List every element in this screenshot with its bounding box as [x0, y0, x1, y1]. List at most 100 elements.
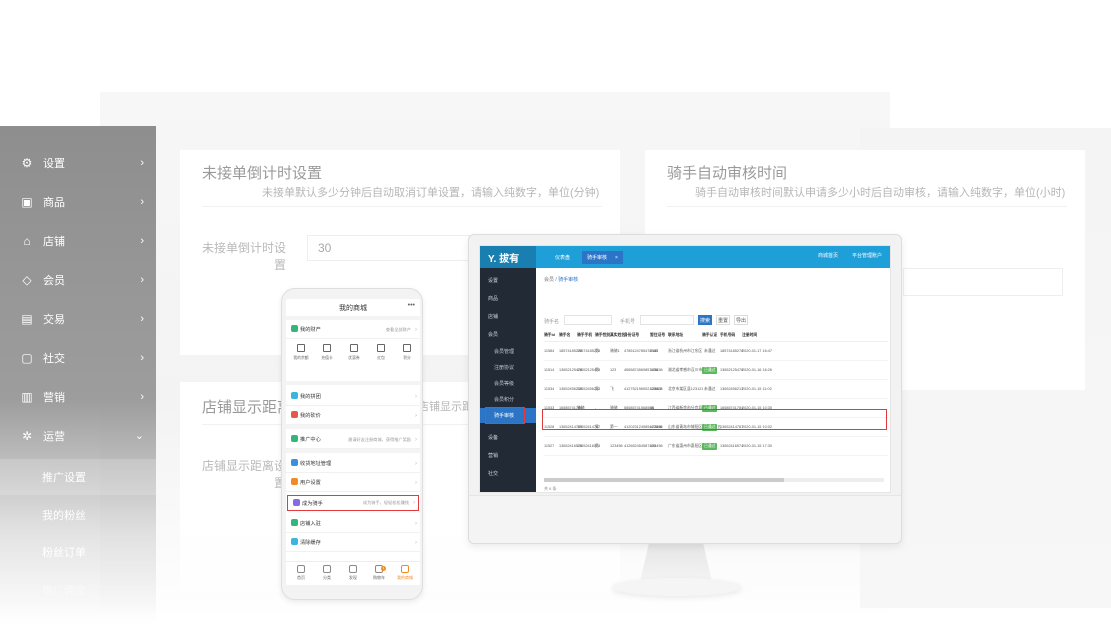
separator — [286, 449, 420, 453]
app-side-member-manage[interactable]: 会员管理 — [480, 344, 536, 359]
shortcut-recharge-card[interactable]: 充值卡 — [316, 344, 338, 361]
column-header: 注册时间 — [742, 333, 758, 337]
sidebar-item-members[interactable]: ◇ 会员 › — [0, 260, 156, 299]
shortcut-points[interactable]: 积分 — [396, 344, 418, 361]
table-cell: 123 — [610, 368, 617, 372]
close-icon[interactable]: × — [615, 255, 618, 261]
app-side-store[interactable]: 店铺 — [480, 307, 536, 325]
chevron-right-icon: › — [415, 412, 417, 419]
status-badge[interactable]: 已通过 — [702, 442, 718, 450]
sidebar-item-trade[interactable]: ▤ 交易 › — [0, 299, 156, 338]
sidebar-item-label: 会员 — [43, 274, 65, 287]
user-settings-icon — [291, 478, 298, 485]
app-side-devices[interactable]: 设备 — [480, 428, 536, 446]
sidebar-sub-commission[interactable]: 推广佣金 — [0, 572, 156, 608]
table-cell: 2143 — [650, 349, 659, 353]
countdown-input[interactable]: 30 — [307, 235, 487, 261]
rider-input[interactable] — [903, 268, 1063, 296]
app-side-member-points[interactable]: 会员积分 — [480, 392, 536, 407]
sidebar-item-operations[interactable]: ✲ 运营 ⌄ — [0, 416, 156, 455]
phone-row-become-rider[interactable]: 成为骑手 成为骑手，轻轻松松赚钱 › — [287, 495, 419, 511]
app-side-register-agreement[interactable]: 注册协议 — [480, 360, 536, 375]
app-side-settings[interactable]: 设置 — [480, 271, 536, 289]
phone-input[interactable] — [640, 315, 694, 325]
export-button[interactable]: 导出 — [734, 315, 748, 325]
tab-my-mall[interactable]: 我的商城 — [392, 565, 418, 581]
shortcut-label: 我的余额 — [293, 356, 309, 360]
sidebar-item-label: 运营 — [43, 430, 65, 443]
phone-row-assets[interactable]: 我的财产 查看全部财产 › — [286, 320, 420, 339]
tab-dashboard[interactable]: 仪表盘 — [550, 251, 575, 264]
sidebar-item-store[interactable]: ⌂ 店铺 › — [0, 221, 156, 260]
sidebar-sub-my-fans[interactable]: 我的粉丝 — [0, 497, 156, 533]
sidebar-item-settings[interactable]: ⚙ 设置 › — [0, 143, 156, 182]
search-button[interactable]: 搜索 — [698, 315, 712, 325]
table-cell: 13652416574 — [720, 444, 744, 448]
table-row[interactable]: 11514 13652125478 13652125478 男 123 456587456… — [544, 361, 888, 380]
sidebar-item-goods[interactable]: ▣ 商品 › — [0, 182, 156, 221]
phone-row-user-settings[interactable]: 用户设置 › — [286, 473, 420, 492]
header-link-mall-home[interactable]: 商城首页 — [818, 252, 838, 259]
chevron-down-icon: ⌄ — [134, 430, 144, 442]
sidebar-sub-promo-settings[interactable]: 推广设置 — [0, 459, 156, 495]
chevron-right-icon: › — [415, 393, 417, 400]
sidebar-item-marketing[interactable]: ▥ 营销 › — [0, 377, 156, 416]
link-label: 商城首页 — [818, 253, 839, 259]
scrollbar-thumb[interactable] — [544, 478, 784, 482]
phone-row-clear-cache[interactable]: 清除缓存 › — [286, 533, 420, 552]
monitor-stand — [640, 544, 712, 582]
column-header: 手机号码 — [720, 333, 736, 337]
header-link-admin-account[interactable]: 平台管理账户 — [852, 252, 882, 259]
phone-row-store-join[interactable]: 店铺入驻 › — [286, 514, 420, 533]
table-cell: 男 — [595, 443, 599, 448]
table-row[interactable]: 11584 18574185278 18574185278 男骑骑1 478512478… — [544, 342, 888, 361]
status-badge[interactable]: 未通过 — [702, 386, 717, 393]
separator — [286, 425, 420, 429]
sidebar-sub-fan-orders[interactable]: 粉丝订单 — [0, 534, 156, 570]
table-row[interactable]: 11534 13652456213 13652456213 男飞 41275219650… — [544, 380, 888, 399]
app-side-social[interactable]: 社交 — [480, 464, 536, 482]
app-side-members[interactable]: 会员 — [480, 325, 536, 343]
tab-cart[interactable]: 购物车 1 — [366, 565, 392, 581]
phone-row-promo-center[interactable]: 推广中心 邀请好友注册商城，获得推广奖励 › — [286, 430, 420, 449]
tab-discover[interactable]: 发现 — [340, 565, 366, 581]
table-body: 11584 18574185278 18574185278 男骑骑1 478512478… — [544, 342, 888, 456]
wallet-icon — [291, 325, 298, 332]
app-side-goods[interactable]: 商品 — [480, 289, 536, 307]
divider — [202, 206, 602, 207]
breadcrumb-parent[interactable]: 会员 / — [544, 277, 557, 283]
chevron-right-icon: › — [140, 351, 144, 364]
status-badge[interactable]: 已通过 — [702, 366, 718, 374]
rider-name-input[interactable] — [564, 315, 612, 325]
shortcut-red-packet[interactable]: 红包 — [370, 344, 392, 361]
shortcut-label: 积分 — [403, 356, 411, 360]
row-label: 用户设置 — [300, 480, 321, 486]
phone-row-bargain[interactable]: 我的砍价 › — [286, 406, 420, 425]
tab-category[interactable]: 分类 — [314, 565, 340, 581]
more-dots-icon[interactable]: ••• — [408, 302, 415, 309]
chat-icon: ▢ — [21, 350, 33, 365]
table-cell: 11514 — [544, 368, 555, 372]
phone-row-groupbuy[interactable]: 我的拼团 › — [286, 387, 420, 406]
chevron-right-icon: › — [140, 195, 144, 208]
phone-row-address[interactable]: 收货地址管理 › — [286, 454, 420, 473]
monitor-screen: Y. 拔有 仪表盘 骑手审核 × 商城首页 平台管理账户 设置 商品 店铺 会员… — [479, 245, 891, 493]
reset-button[interactable]: 重置 — [716, 315, 730, 325]
sidebar-item-social[interactable]: ▢ 社交 › — [0, 338, 156, 377]
shortcut-balance[interactable]: 我的余额 — [290, 344, 312, 361]
table-row[interactable]: 11527 13652416574 13652416574 男 123456 412652… — [544, 437, 888, 456]
tab-home[interactable]: 首页 — [288, 565, 314, 581]
tab-label: 骑手审核 — [587, 255, 608, 261]
tab-rider-review[interactable]: 骑手审核 × — [582, 251, 623, 264]
status-badge[interactable]: 未通过 — [702, 348, 717, 355]
table-cell: 123456 — [610, 444, 623, 448]
app-side-marketing[interactable]: 营销 — [480, 446, 536, 464]
distance-title: 店铺显示距离 — [202, 399, 293, 416]
app-side-member-level[interactable]: 会员等级 — [480, 376, 536, 391]
table-cell: 未通过 — [702, 342, 717, 360]
discover-icon — [349, 565, 357, 573]
cart-badge: 1 — [381, 566, 386, 571]
horizontal-scrollbar[interactable] — [544, 478, 884, 482]
shortcut-coupons[interactable]: 优惠券 — [343, 344, 365, 361]
column-header: 暂住证号 — [650, 333, 666, 337]
